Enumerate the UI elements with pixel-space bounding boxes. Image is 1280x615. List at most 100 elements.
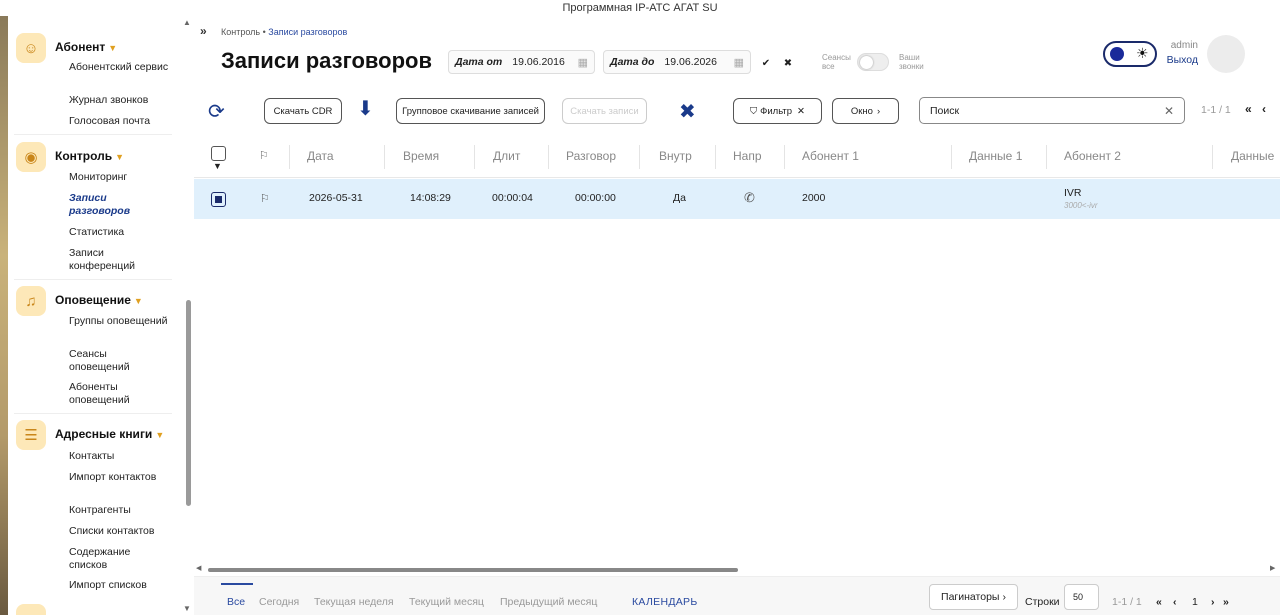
- column-internal[interactable]: Внутр: [659, 149, 692, 163]
- sidebar-item-voicemail[interactable]: Голосовая почта: [69, 115, 169, 128]
- sidebar-item-monitoring[interactable]: Мониторинг: [69, 171, 169, 184]
- group-download-button[interactable]: Групповое скачивание записей: [396, 98, 545, 124]
- sidebar-item-import-contacts[interactable]: Импорт контактов: [69, 471, 169, 484]
- sidebar-item-conference-records[interactable]: Записи конференций: [69, 247, 169, 273]
- date-from-field[interactable]: Дата от 19.06.2016 ▦: [448, 50, 595, 74]
- column-talk[interactable]: Разговор: [566, 149, 616, 163]
- scrollbar-thumb[interactable]: [208, 568, 738, 572]
- horizontal-scrollbar[interactable]: ◀ ▶: [194, 564, 1280, 574]
- delete-x-icon[interactable]: ✖: [679, 99, 696, 124]
- column-time[interactable]: Время: [403, 149, 439, 163]
- refresh-icon[interactable]: ⟳: [208, 99, 225, 124]
- flag-icon[interactable]: ⚐: [259, 149, 269, 162]
- scroll-down-icon[interactable]: ▼: [183, 604, 191, 613]
- rows-per-page-select[interactable]: 50: [1064, 584, 1099, 610]
- column-data1[interactable]: Данные 1: [969, 149, 1022, 163]
- sidebar: ☺ Абонент ▼ Абонентский сервис Журнал зво…: [0, 16, 194, 615]
- prev-page-icon[interactable]: ‹: [1173, 596, 1177, 608]
- breadcrumb-root[interactable]: Контроль: [221, 27, 260, 37]
- sidebar-item-notification-subscribers[interactable]: Абоненты оповещений: [69, 381, 169, 407]
- chevron-down-icon: ▼: [155, 430, 165, 440]
- last-page-icon[interactable]: »: [1223, 596, 1229, 608]
- paginators-button[interactable]: Пагинаторы ›: [929, 584, 1018, 610]
- first-page-icon[interactable]: «: [1156, 596, 1162, 608]
- sidebar-section-title: Адресные книги: [55, 427, 153, 441]
- sun-icon: ☀: [1136, 45, 1149, 61]
- sidebar-section-title: Абонент: [55, 40, 106, 54]
- divider: [14, 134, 172, 135]
- date-to-label: Дата до: [610, 56, 655, 68]
- cell-date: 2026-05-31: [309, 192, 363, 204]
- column-separator: [474, 145, 475, 169]
- sidebar-item-contact-lists[interactable]: Списки контактов: [69, 525, 169, 538]
- download-cdr-button[interactable]: Скачать CDR: [264, 98, 342, 124]
- cell-internal: Да: [673, 192, 686, 204]
- cell-time: 14:08:29: [410, 192, 451, 204]
- date-to-field[interactable]: Дата до 19.06.2026 ▦: [603, 50, 751, 74]
- scroll-up-icon[interactable]: ▲: [183, 18, 191, 27]
- sidebar-scrollbar[interactable]: [186, 300, 191, 506]
- column-direction[interactable]: Напр: [733, 149, 762, 163]
- clear-x-icon[interactable]: ✖: [778, 56, 798, 72]
- theme-toggle[interactable]: ☀: [1103, 41, 1157, 67]
- column-abonent1[interactable]: Абонент 1: [802, 149, 859, 163]
- chevron-right-icon: ›: [876, 105, 881, 117]
- sidebar-item-call-records[interactable]: Записи разговоров: [69, 192, 169, 218]
- column-separator: [384, 145, 385, 169]
- tab-today[interactable]: Сегодня: [259, 596, 299, 608]
- prev-page-icon[interactable]: ‹: [1262, 102, 1266, 116]
- search-input[interactable]: Поиск ✕: [919, 97, 1185, 124]
- sidebar-item-import-lists[interactable]: Импорт списков: [69, 579, 169, 592]
- logout-link[interactable]: Выход: [1166, 54, 1198, 66]
- date-to-value: 19.06.2026: [664, 56, 717, 68]
- sidebar-item-counterparties[interactable]: Контрагенты: [69, 504, 169, 517]
- first-page-icon[interactable]: «: [1245, 102, 1252, 116]
- column-data2[interactable]: Данные: [1231, 149, 1274, 163]
- filter-label: Фильтр: [760, 105, 793, 117]
- current-page[interactable]: 1: [1192, 596, 1198, 608]
- control-icon: ◉: [16, 142, 46, 172]
- user-icon: ☺: [16, 33, 46, 63]
- scroll-right-icon[interactable]: ▶: [1270, 564, 1275, 572]
- select-all-checkbox[interactable]: [211, 146, 226, 161]
- scroll-left-icon[interactable]: ◀: [196, 564, 201, 572]
- tab-current-week[interactable]: Текущая неделя: [314, 596, 394, 608]
- cell-abonent1: 2000: [802, 192, 826, 204]
- calendar-link[interactable]: КАЛЕНДАРЬ: [632, 596, 698, 608]
- download-records-button[interactable]: Скачать записи: [562, 98, 647, 124]
- apply-check-icon[interactable]: ✔: [756, 56, 776, 72]
- sidebar-item-abonent-service[interactable]: Абонентский сервис: [69, 61, 169, 74]
- chevron-down-icon[interactable]: ▼: [213, 161, 222, 171]
- sidebar-item-statistics[interactable]: Статистика: [69, 226, 169, 239]
- sidebar-item-call-log[interactable]: Журнал звонков: [69, 94, 169, 107]
- tab-all[interactable]: Все: [227, 596, 245, 608]
- next-page-icon[interactable]: ›: [1211, 596, 1215, 608]
- column-separator: [1046, 145, 1047, 169]
- window-button[interactable]: Окно ›: [832, 98, 899, 124]
- cell-abonent2-sub: 3000<-ivr: [1064, 201, 1098, 210]
- sidebar-item-list-contents[interactable]: Содержание списков: [69, 546, 169, 572]
- row-checkbox[interactable]: [211, 192, 226, 207]
- column-abonent2[interactable]: Абонент 2: [1064, 149, 1121, 163]
- download-icon[interactable]: ⬇: [357, 96, 374, 121]
- column-date[interactable]: Дата: [307, 149, 334, 163]
- column-separator: [548, 145, 549, 169]
- column-separator: [1212, 145, 1213, 169]
- column-duration[interactable]: Длит: [493, 149, 520, 163]
- tab-current-month[interactable]: Текущий месяц: [409, 596, 484, 608]
- sidebar-item-notification-sessions[interactable]: Сеансы оповещений: [69, 348, 169, 374]
- calendar-icon[interactable]: ▦: [734, 56, 744, 69]
- filter-button[interactable]: ⛉ Фильтр ✕: [733, 98, 822, 124]
- sidebar-section-title: Контроль: [55, 149, 113, 163]
- clear-search-icon[interactable]: ✕: [1164, 104, 1174, 118]
- sidebar-item-contacts[interactable]: Контакты: [69, 450, 169, 463]
- table-row[interactable]: ⚐ 2026-05-31 14:08:29 00:00:04 00:00:00 …: [194, 179, 1280, 219]
- flag-icon[interactable]: ⚐: [260, 192, 270, 205]
- sidebar-item-notification-groups[interactable]: Группы оповещений: [69, 315, 169, 328]
- sessions-toggle[interactable]: [857, 53, 889, 71]
- close-icon[interactable]: ✕: [797, 106, 805, 117]
- tab-previous-month[interactable]: Предыдущий месяц: [500, 596, 597, 608]
- calendar-icon[interactable]: ▦: [578, 56, 588, 69]
- avatar[interactable]: [1207, 35, 1245, 73]
- expand-sidebar-icon[interactable]: »: [200, 24, 207, 38]
